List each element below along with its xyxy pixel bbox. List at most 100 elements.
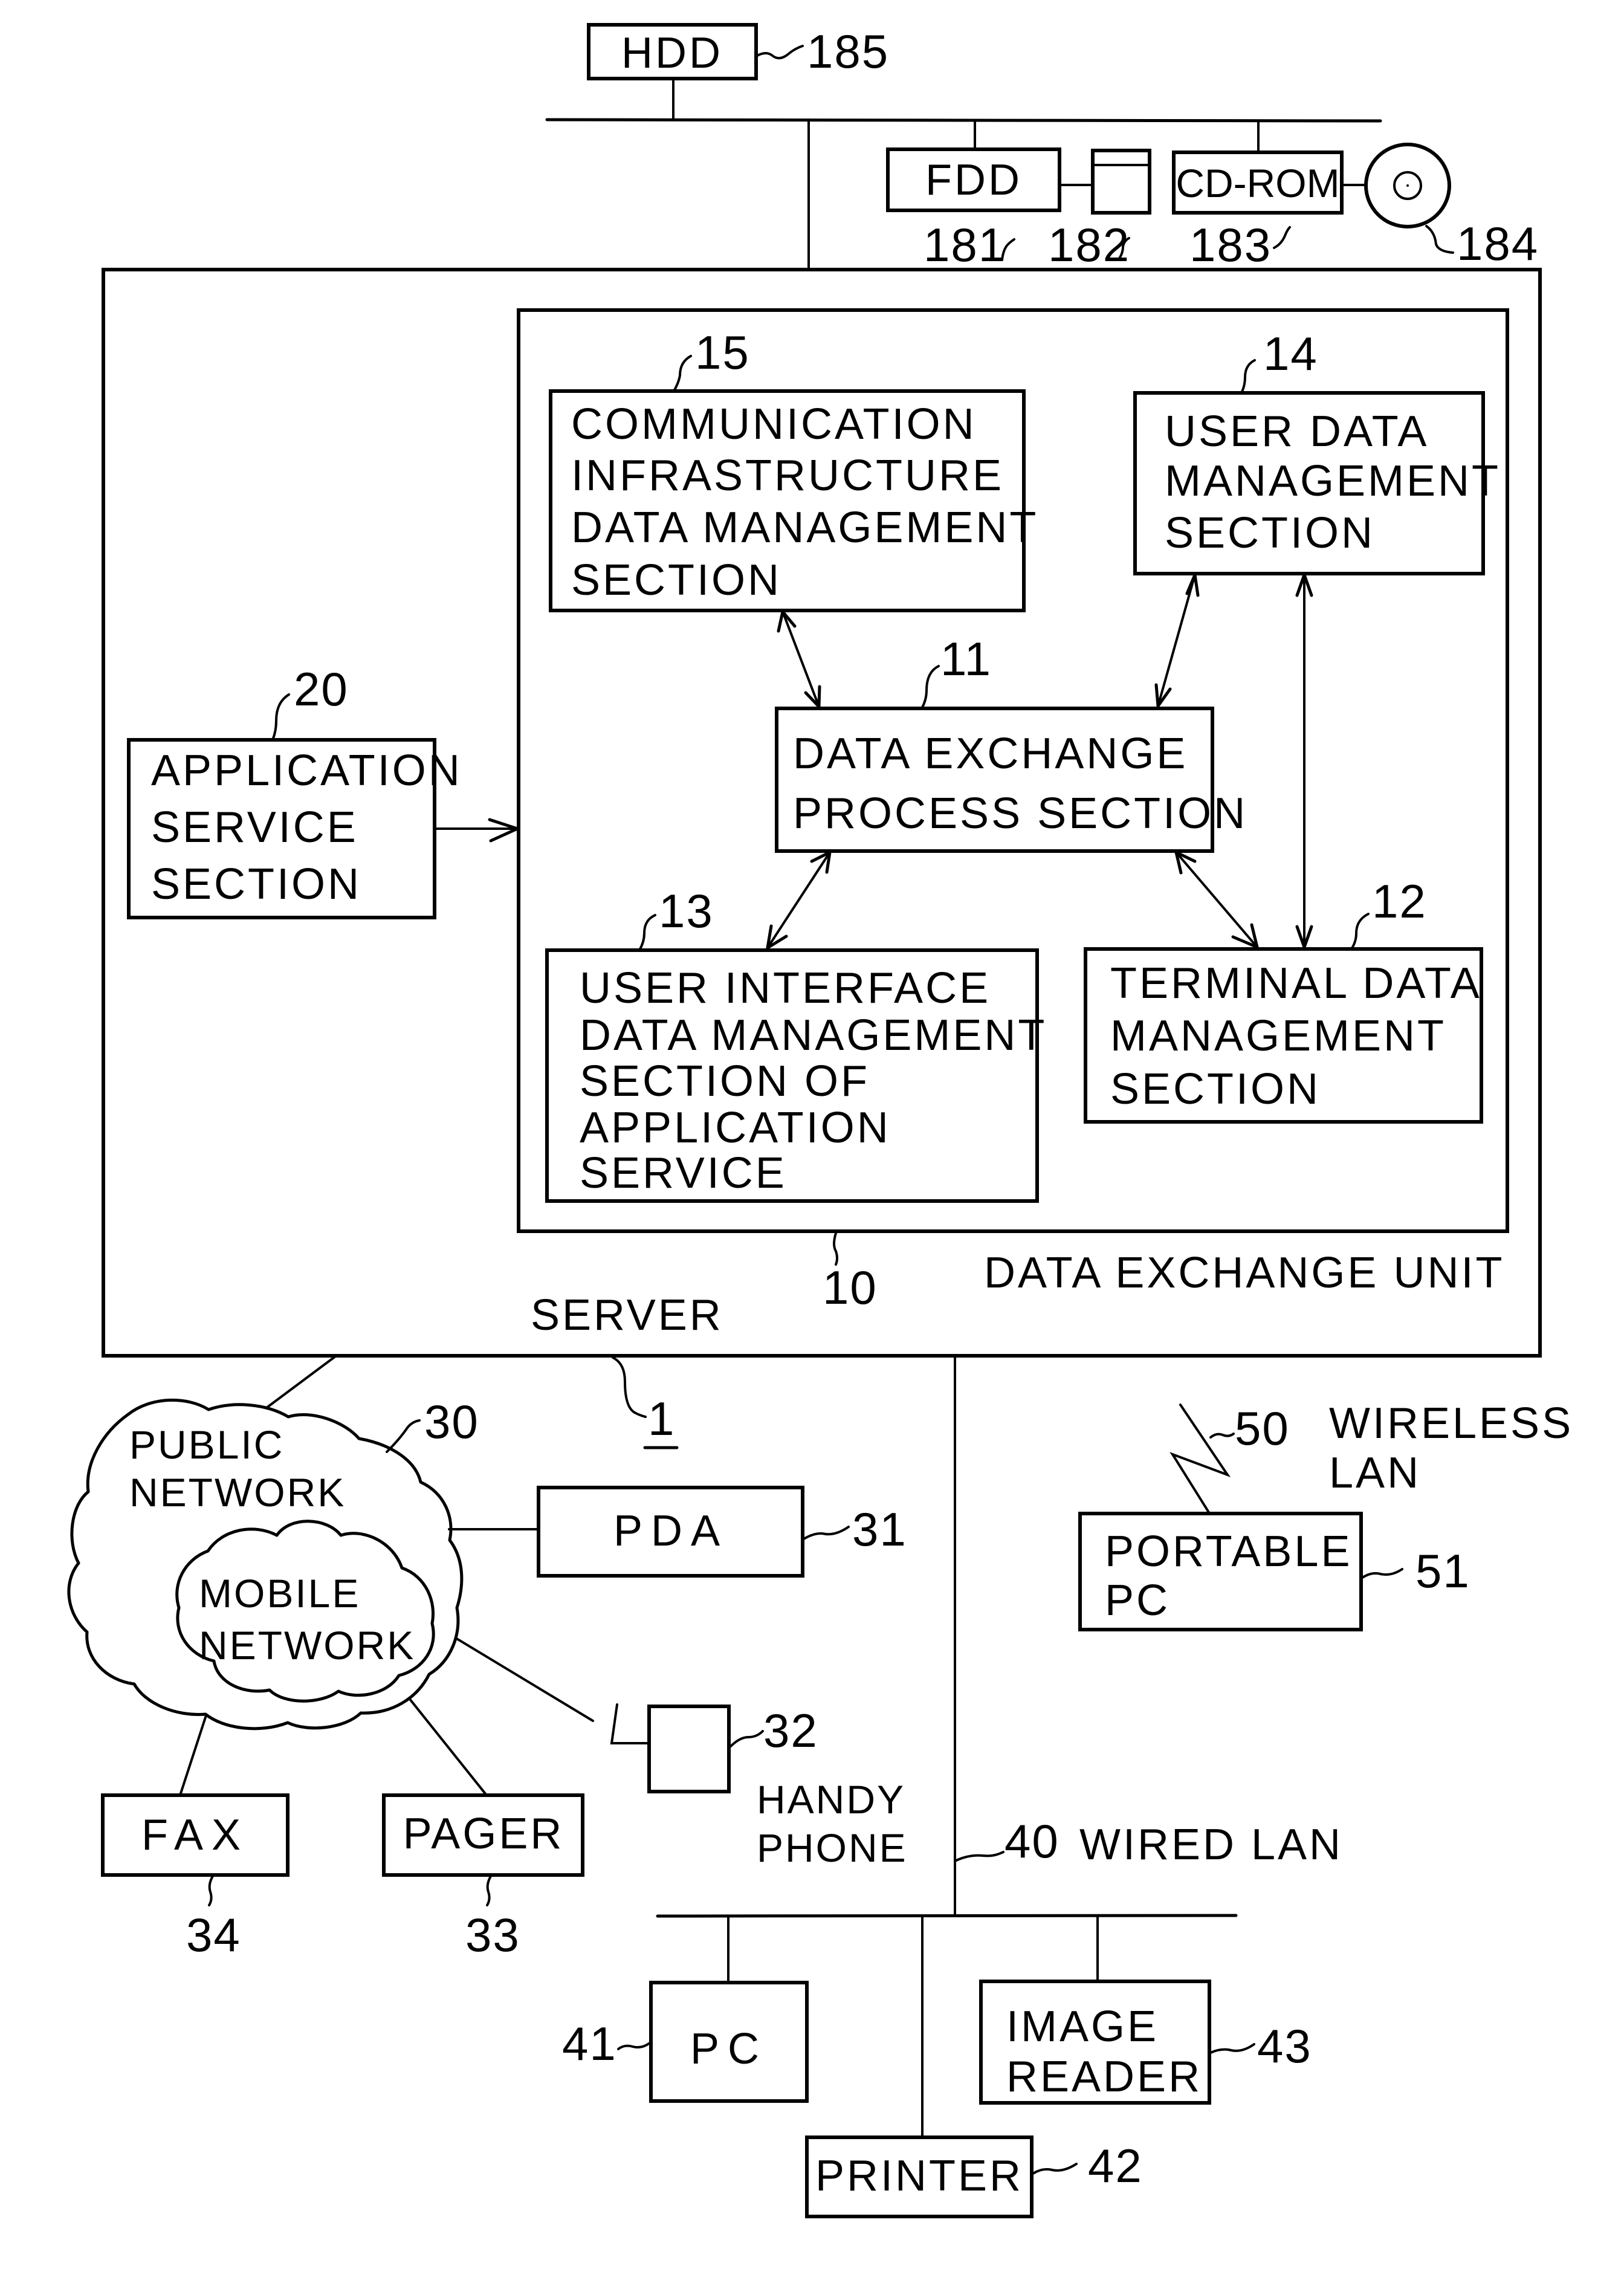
pager-link-line: [409, 1698, 488, 1796]
section-15-ref-leader: [673, 355, 692, 392]
cdrom-unit[interactable]: CD-ROM 183: [1172, 151, 1344, 271]
pda-label: PDA: [613, 1507, 728, 1555]
data-exchange-unit-label: DATA EXCHANGE UNIT: [984, 1249, 1504, 1297]
pda-device[interactable]: PDA 31: [448, 1486, 907, 1578]
section-14-line-3: SECTION: [1165, 509, 1375, 557]
fdd-label: FDD: [925, 156, 1022, 204]
section-11-ref-leader: [920, 665, 940, 710]
public-network-ref: 30: [424, 1395, 479, 1448]
handy-phone-ref-leader: [729, 1730, 764, 1748]
section-12-line-3: SECTION: [1110, 1065, 1321, 1113]
ui-data-mgmt-section[interactable]: USER INTERFACE DATA MANAGEMENT SECTION O…: [545, 884, 1047, 1203]
terminal-data-mgmt-section[interactable]: TERMINAL DATA MANAGEMENT SECTION 12: [1084, 875, 1483, 1124]
public-network-line-1: PUBLIC: [129, 1422, 284, 1467]
arrow-14-11: [1157, 574, 1196, 707]
section-11-line-2: PROCESS SECTION: [793, 789, 1247, 838]
section-14-ref: 14: [1263, 327, 1318, 380]
handy-phone-antenna-icon: [610, 1703, 650, 1744]
section-15-line-1: COMMUNICATION: [571, 400, 977, 448]
pc-device[interactable]: PC 41: [562, 1915, 809, 2103]
handy-phone-box[interactable]: [647, 1705, 731, 1793]
printer-ref-leader: [1032, 2163, 1078, 2175]
server-label: SERVER: [531, 1291, 723, 1339]
server-ref-number: 1: [648, 1392, 675, 1445]
pda-ref-leader: [803, 1526, 850, 1540]
floppy-ref: 182: [1048, 218, 1130, 271]
handy-phone-link-line: [455, 1637, 594, 1722]
mobile-network-line-1: MOBILE: [199, 1571, 360, 1616]
floppy-disk-icon: [1091, 149, 1151, 215]
wireless-signal-icon: [1169, 1404, 1231, 1514]
printer-label: PRINTER: [815, 2152, 1023, 2200]
handy-phone-line-1: HANDY: [757, 1777, 905, 1822]
cdrom-ref: 183: [1189, 218, 1272, 271]
fdd-ref: 181: [924, 218, 1006, 271]
section-12-ref-leader: [1350, 913, 1370, 950]
fax-ref: 34: [186, 1908, 241, 1961]
section-11-ref: 11: [940, 632, 992, 685]
section-12-line-2: MANAGEMENT: [1110, 1012, 1446, 1060]
pc-label: PC: [690, 2025, 768, 2073]
section-14-ref-leader: [1240, 359, 1256, 394]
section-20-line-2: SERVICE: [151, 803, 358, 852]
public-network-line-2: NETWORK: [129, 1470, 346, 1515]
pda-ref: 31: [852, 1503, 907, 1556]
handy-phone-line-2: PHONE: [757, 1825, 908, 1870]
cdrom-ref-leader: [1273, 226, 1291, 249]
section-15-line-2: INFRASTRUCTURE: [571, 452, 1004, 500]
wireless-lan[interactable]: 50 WIRELESS LAN: [1169, 1399, 1573, 1514]
pager-ref: 33: [465, 1908, 520, 1961]
section-11-line-1: DATA EXCHANGE: [793, 730, 1188, 778]
section-20-line-1: APPLICATION: [151, 746, 462, 795]
arrowhead-13-from-11: [766, 924, 788, 950]
wired-lan-bus-line[interactable]: [656, 1914, 1238, 1918]
fax-label: FAX: [141, 1811, 249, 1859]
image-reader-line-1: IMAGE: [1006, 2003, 1159, 2051]
fdd-unit[interactable]: FDD 181: [886, 147, 1061, 271]
wireless-lan-line-1: WIRELESS: [1329, 1399, 1573, 1448]
section-13-ref: 13: [659, 884, 714, 937]
data-exchange-unit-ref: 10: [823, 1261, 878, 1314]
section-13-line-3: SECTION OF: [580, 1057, 870, 1106]
section-15-line-4: SECTION: [571, 556, 781, 604]
wireless-lan-ref-leader: [1209, 1433, 1235, 1439]
section-13-line-2: DATA MANAGEMENT: [580, 1011, 1047, 1060]
handy-phone-ref: 32: [763, 1704, 818, 1757]
hdd-unit[interactable]: HDD 185: [587, 23, 889, 80]
wired-lan-ref: 40: [1004, 1815, 1059, 1868]
public-network[interactable]: PUBLIC NETWORK MOBILE NETWORK 30: [67, 1355, 479, 1731]
public-network-ref-leader: [386, 1419, 421, 1453]
portable-pc-line-1: PORTABLE: [1105, 1527, 1352, 1576]
pc-ref: 41: [562, 2017, 617, 2070]
wired-lan-ref-leader: [955, 1851, 1004, 1862]
fax-link-line: [179, 1714, 207, 1796]
arrowhead-11-to-13: [810, 850, 832, 874]
section-15-line-3: DATA MANAGEMENT: [571, 504, 1038, 552]
section-20-ref: 20: [294, 662, 349, 716]
application-service-section[interactable]: APPLICATION SERVICE SECTION 20: [127, 662, 462, 919]
disc-ref: 184: [1457, 217, 1539, 270]
arrow-11-12: [1175, 851, 1258, 948]
portable-pc-ref: 51: [1415, 1544, 1470, 1598]
section-13-line-4: APPLICATION: [580, 1104, 891, 1152]
pager-device[interactable]: PAGER 33: [382, 1698, 584, 1961]
data-exchange-process-section[interactable]: DATA EXCHANGE PROCESS SECTION 11: [775, 632, 1247, 853]
image-reader-ref-leader: [1209, 2043, 1255, 2054]
mobile-network-line-2: NETWORK: [199, 1623, 415, 1668]
pager-label: PAGER: [403, 1810, 565, 1858]
storage-bus-line: [545, 118, 1382, 123]
section-14-line-2: MANAGEMENT: [1165, 457, 1501, 505]
hdd-ref-leader: [756, 45, 804, 60]
disc-center-dot: [1406, 184, 1409, 187]
pc-ref-leader: [617, 2042, 651, 2050]
section-13-line-1: USER INTERFACE: [580, 964, 991, 1012]
portable-pc-line-2: PC: [1105, 1576, 1170, 1625]
portable-pc-device[interactable]: PORTABLE PC 51: [1078, 1512, 1470, 1631]
image-reader-device[interactable]: IMAGE READER 43: [979, 1914, 1312, 2105]
pager-ref-leader: [486, 1875, 492, 1906]
server-ref: 1: [612, 1356, 679, 1449]
user-data-mgmt-section[interactable]: USER DATA MANAGEMENT SECTION 14: [1133, 327, 1501, 575]
arrow-11-13: [766, 851, 831, 949]
fax-device[interactable]: FAX 34: [101, 1714, 290, 1961]
comm-infra-data-mgmt-section[interactable]: COMMUNICATION INFRASTRUCTURE DATA MANAGE…: [549, 326, 1038, 612]
